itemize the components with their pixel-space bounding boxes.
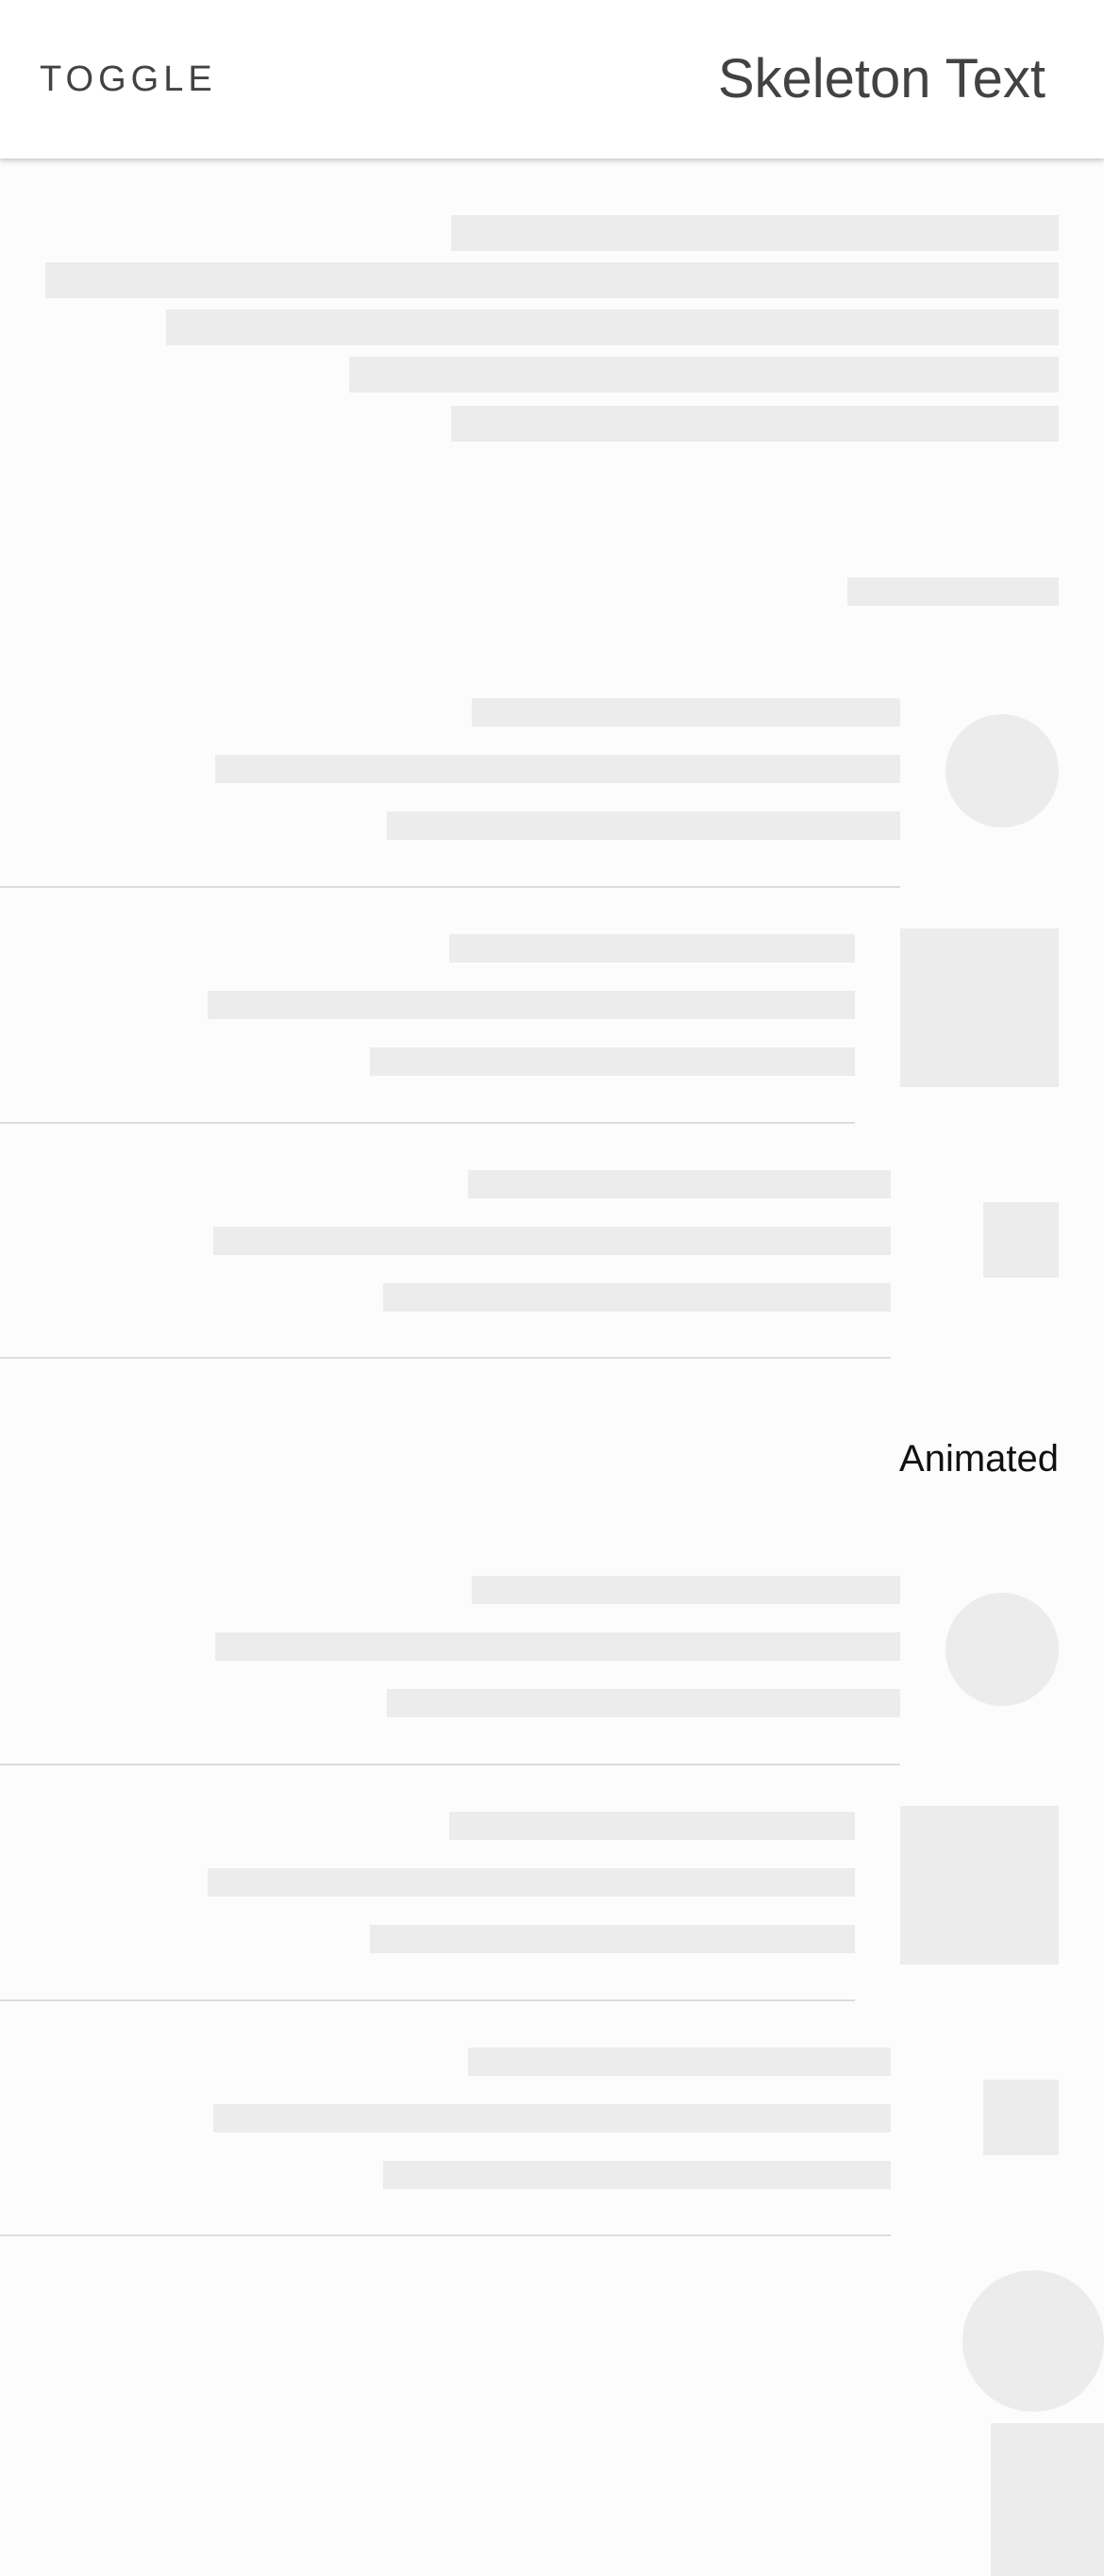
list-divider [0, 2234, 891, 2236]
skeleton-line [472, 1576, 900, 1604]
block-skeleton [991, 2423, 1104, 2576]
thumbnail-skeleton [900, 928, 1059, 1087]
icon-skeleton [983, 1202, 1059, 1278]
list-divider [0, 1764, 900, 1765]
skeleton-line [370, 1047, 855, 1076]
skeleton-line [449, 1812, 855, 1840]
page-title: Skeleton Text [717, 48, 1045, 109]
skeleton-line [387, 1689, 900, 1717]
skeleton-line [215, 755, 900, 783]
skeleton-line [370, 1925, 855, 1953]
skeleton-line [383, 2161, 891, 2189]
thumbnail-skeleton [900, 1806, 1059, 1965]
skeleton-line [349, 357, 1059, 393]
list-divider [0, 1122, 855, 1124]
skeleton-line [387, 811, 900, 840]
list-divider [0, 1999, 855, 2001]
avatar-skeleton [945, 1593, 1059, 1706]
list-divider [0, 1357, 891, 1359]
content: Animated [0, 159, 1104, 2576]
skeleton-line [166, 309, 1059, 345]
skeleton-line [468, 2048, 891, 2076]
skeleton-line [215, 1632, 900, 1661]
skeleton-line [213, 1227, 891, 1255]
skeleton-line [468, 1170, 891, 1198]
skeleton-line [383, 1283, 891, 1312]
skeleton-line [451, 215, 1059, 251]
skeleton-line [451, 406, 1059, 442]
circle-skeleton [962, 2270, 1104, 2412]
skeleton-line [449, 934, 855, 962]
avatar-skeleton [945, 714, 1059, 828]
toggle-button[interactable]: TOGGLE [26, 49, 230, 109]
skeleton-line [45, 262, 1059, 298]
toolbar: TOGGLE Skeleton Text [0, 0, 1104, 159]
icon-skeleton [983, 2080, 1059, 2155]
skeleton-line [472, 698, 900, 727]
skeleton-line [208, 1868, 855, 1897]
skeleton-heading [847, 577, 1059, 606]
list-divider [0, 886, 900, 888]
animated-section-label: Animated [899, 1438, 1059, 1480]
skeleton-line [213, 2104, 891, 2133]
skeleton-line [208, 991, 855, 1019]
